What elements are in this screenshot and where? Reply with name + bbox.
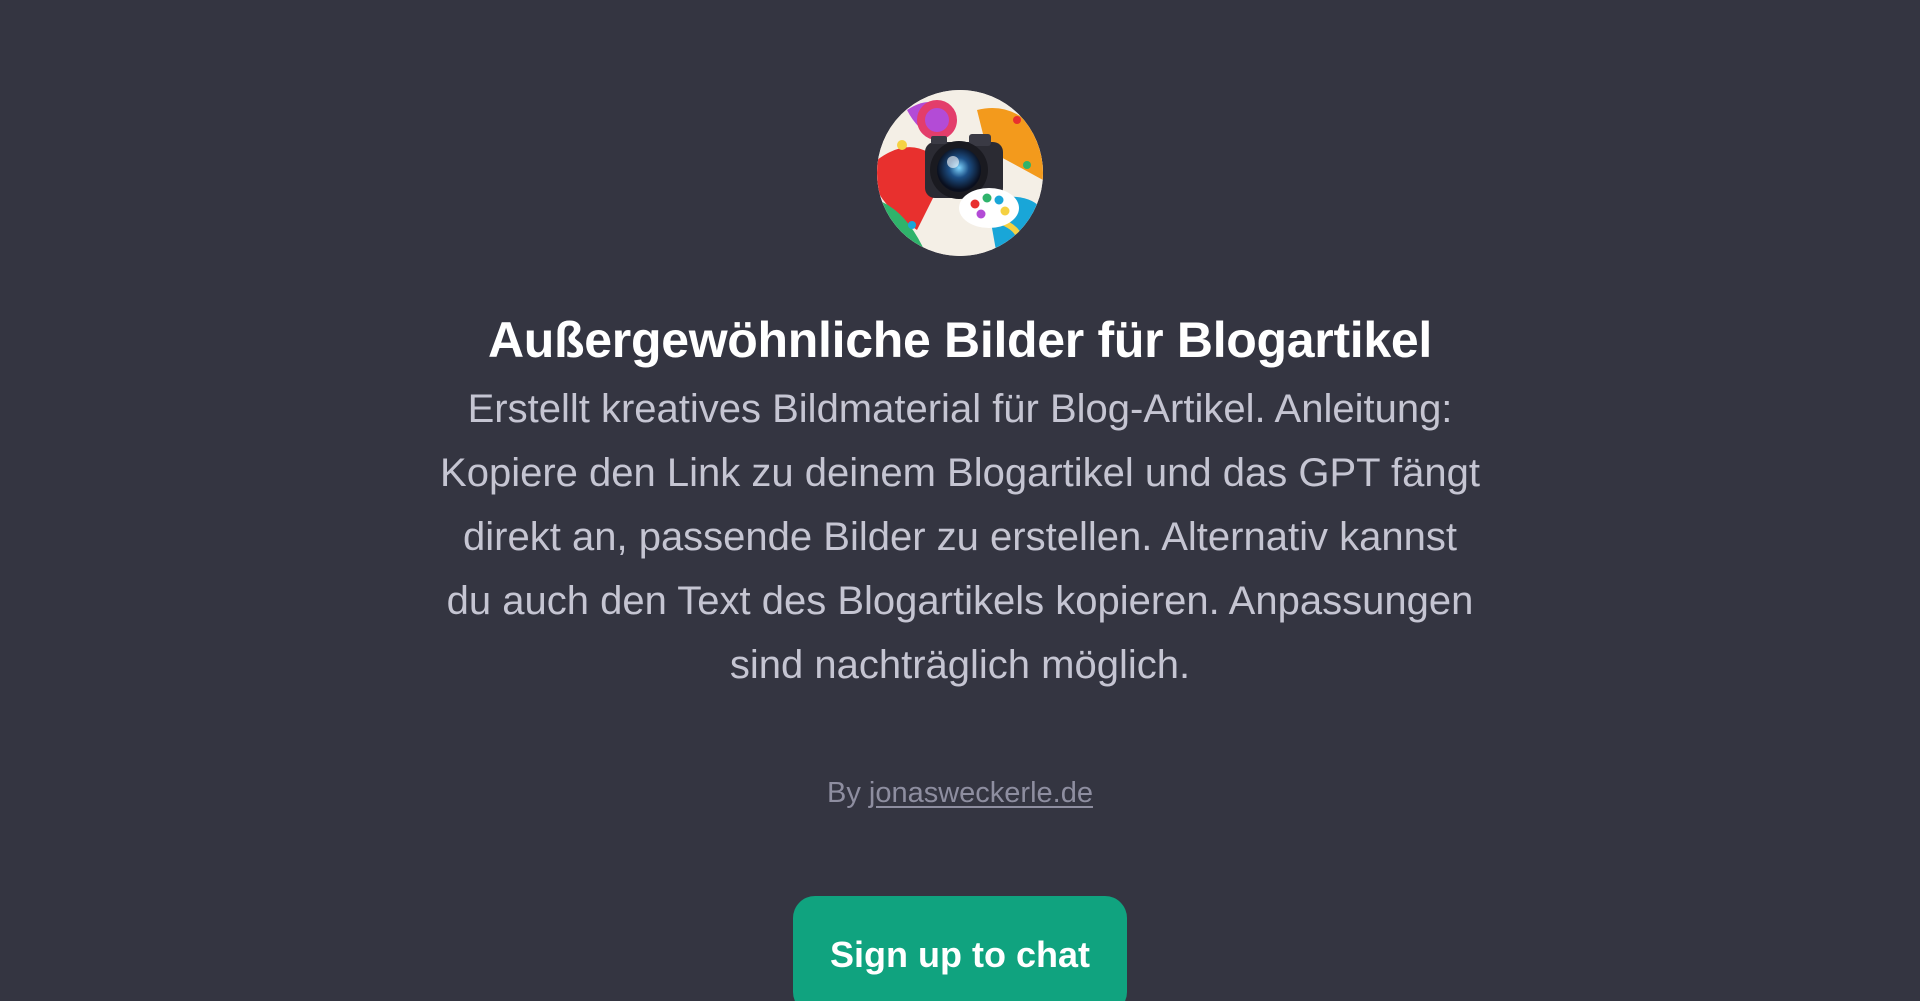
- gpt-landing-page: Außergewöhnliche Bilder für Blogartikel …: [0, 0, 1920, 1001]
- gpt-description: Erstellt kreatives Bildmaterial für Blog…: [440, 387, 1480, 687]
- author-byline: By jonasweckerle.de: [0, 773, 1920, 813]
- gpt-avatar-camera-icon: [877, 90, 1043, 256]
- byline-prefix: By: [827, 777, 861, 809]
- sign-up-to-chat-button[interactable]: Sign up to chat: [793, 896, 1127, 1001]
- author-link[interactable]: jonasweckerle.de: [869, 777, 1093, 809]
- gpt-title: Außergewöhnliche Bilder für Blogartikel: [488, 312, 1432, 368]
